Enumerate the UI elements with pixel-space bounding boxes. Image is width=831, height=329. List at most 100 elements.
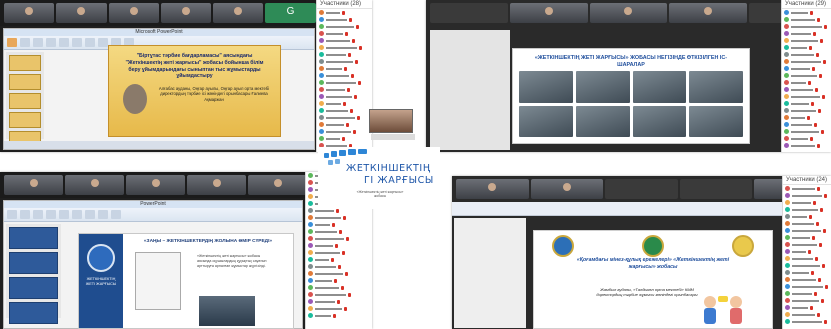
ribbon-tool-icon[interactable] <box>20 38 30 47</box>
participant-row[interactable] <box>783 234 831 241</box>
video-tile[interactable] <box>65 175 124 195</box>
participant-row[interactable] <box>783 213 831 220</box>
participant-row[interactable] <box>782 37 831 44</box>
participant-row[interactable] <box>783 276 831 283</box>
participant-row[interactable] <box>317 58 372 65</box>
participant-row[interactable] <box>317 114 372 121</box>
office-button-icon[interactable] <box>7 38 17 47</box>
participant-row[interactable] <box>306 263 372 270</box>
participant-row[interactable] <box>317 30 372 37</box>
video-tile[interactable] <box>126 175 185 195</box>
ribbon-tool-icon[interactable] <box>46 210 56 219</box>
participant-row[interactable] <box>306 235 372 242</box>
participant-row[interactable] <box>306 284 372 291</box>
video-tile[interactable] <box>4 3 55 23</box>
ribbon-tool-icon[interactable] <box>85 38 95 47</box>
participant-row[interactable] <box>782 107 831 114</box>
participant-row[interactable] <box>317 135 372 142</box>
video-tile[interactable] <box>530 179 604 199</box>
participant-row[interactable] <box>782 135 831 142</box>
video-tile[interactable] <box>509 3 588 23</box>
participant-row[interactable] <box>317 9 372 16</box>
participant-row[interactable] <box>306 277 372 284</box>
video-tile[interactable] <box>160 3 212 23</box>
participant-row[interactable] <box>306 305 372 312</box>
video-tile[interactable] <box>430 3 508 23</box>
participant-row[interactable] <box>783 269 831 276</box>
participant-row[interactable] <box>317 128 372 135</box>
participant-row[interactable] <box>306 256 372 263</box>
slide-thumbnail[interactable] <box>9 112 41 128</box>
ribbon-tool-icon[interactable] <box>98 38 108 47</box>
ribbon-tool-icon[interactable] <box>46 38 56 47</box>
participant-row[interactable] <box>782 16 831 23</box>
participant-row[interactable] <box>782 58 831 65</box>
video-tile[interactable] <box>589 3 668 23</box>
participant-row[interactable] <box>783 185 831 192</box>
participant-row[interactable] <box>317 107 372 114</box>
slide-thumbnail[interactable] <box>9 227 58 249</box>
participant-row[interactable] <box>782 30 831 37</box>
participant-row[interactable] <box>306 242 372 249</box>
participant-row[interactable] <box>783 192 831 199</box>
video-tile[interactable] <box>248 175 307 195</box>
participant-row[interactable] <box>783 311 831 318</box>
participant-row[interactable] <box>783 262 831 269</box>
video-tile[interactable] <box>4 175 63 195</box>
video-tile[interactable] <box>456 179 529 199</box>
participant-row[interactable] <box>783 283 831 290</box>
ribbon-tool-icon[interactable] <box>7 210 17 219</box>
participant-row[interactable] <box>783 297 831 304</box>
video-tile[interactable] <box>669 3 748 23</box>
ribbon-tool-icon[interactable] <box>85 210 95 219</box>
participant-row[interactable] <box>783 206 831 213</box>
video-tile[interactable] <box>213 3 264 23</box>
participant-row[interactable] <box>782 51 831 58</box>
participant-row[interactable] <box>782 121 831 128</box>
ribbon-tool-icon[interactable] <box>72 38 82 47</box>
participant-row[interactable] <box>317 100 372 107</box>
participant-row[interactable] <box>782 79 831 86</box>
participant-row[interactable] <box>317 37 372 44</box>
participant-row[interactable] <box>317 79 372 86</box>
participant-row[interactable] <box>783 290 831 297</box>
participant-row[interactable] <box>782 114 831 121</box>
participant-row[interactable] <box>782 72 831 79</box>
participant-row[interactable] <box>782 128 831 135</box>
video-tile[interactable] <box>605 179 678 199</box>
participant-row[interactable] <box>783 255 831 262</box>
participant-row[interactable] <box>306 249 372 256</box>
video-tile[interactable] <box>108 3 159 23</box>
participant-row[interactable] <box>306 312 372 319</box>
participant-row[interactable] <box>317 65 372 72</box>
participant-row[interactable] <box>782 86 831 93</box>
ribbon-tool-icon[interactable] <box>59 38 69 47</box>
video-tile[interactable] <box>679 179 753 199</box>
video-tile[interactable]: G <box>265 3 316 23</box>
participant-row[interactable] <box>782 100 831 107</box>
participant-row[interactable] <box>306 270 372 277</box>
ribbon-tool-icon[interactable] <box>72 210 82 219</box>
participant-row[interactable] <box>317 93 372 100</box>
ribbon-tool-icon[interactable] <box>33 210 43 219</box>
participant-row[interactable] <box>782 93 831 100</box>
participant-row[interactable] <box>783 248 831 255</box>
participant-row[interactable] <box>783 318 831 325</box>
slide-thumbnail[interactable] <box>9 302 58 324</box>
video-tile[interactable] <box>187 175 246 195</box>
participant-row[interactable] <box>782 65 831 72</box>
participant-row[interactable] <box>782 142 831 149</box>
ribbon-tool-icon[interactable] <box>59 210 69 219</box>
participant-row[interactable] <box>306 228 372 235</box>
slide-thumbnail[interactable] <box>9 55 41 71</box>
participant-row[interactable] <box>317 44 372 51</box>
participant-row[interactable] <box>782 44 831 51</box>
ribbon-tool-icon[interactable] <box>20 210 30 219</box>
participant-row[interactable] <box>306 291 372 298</box>
participant-row[interactable] <box>317 16 372 23</box>
ribbon-tool-icon[interactable] <box>111 210 121 219</box>
participant-row[interactable] <box>317 121 372 128</box>
participant-row[interactable] <box>783 220 831 227</box>
slide-thumbnail[interactable] <box>9 277 58 299</box>
slide-thumbnail[interactable] <box>9 93 41 109</box>
